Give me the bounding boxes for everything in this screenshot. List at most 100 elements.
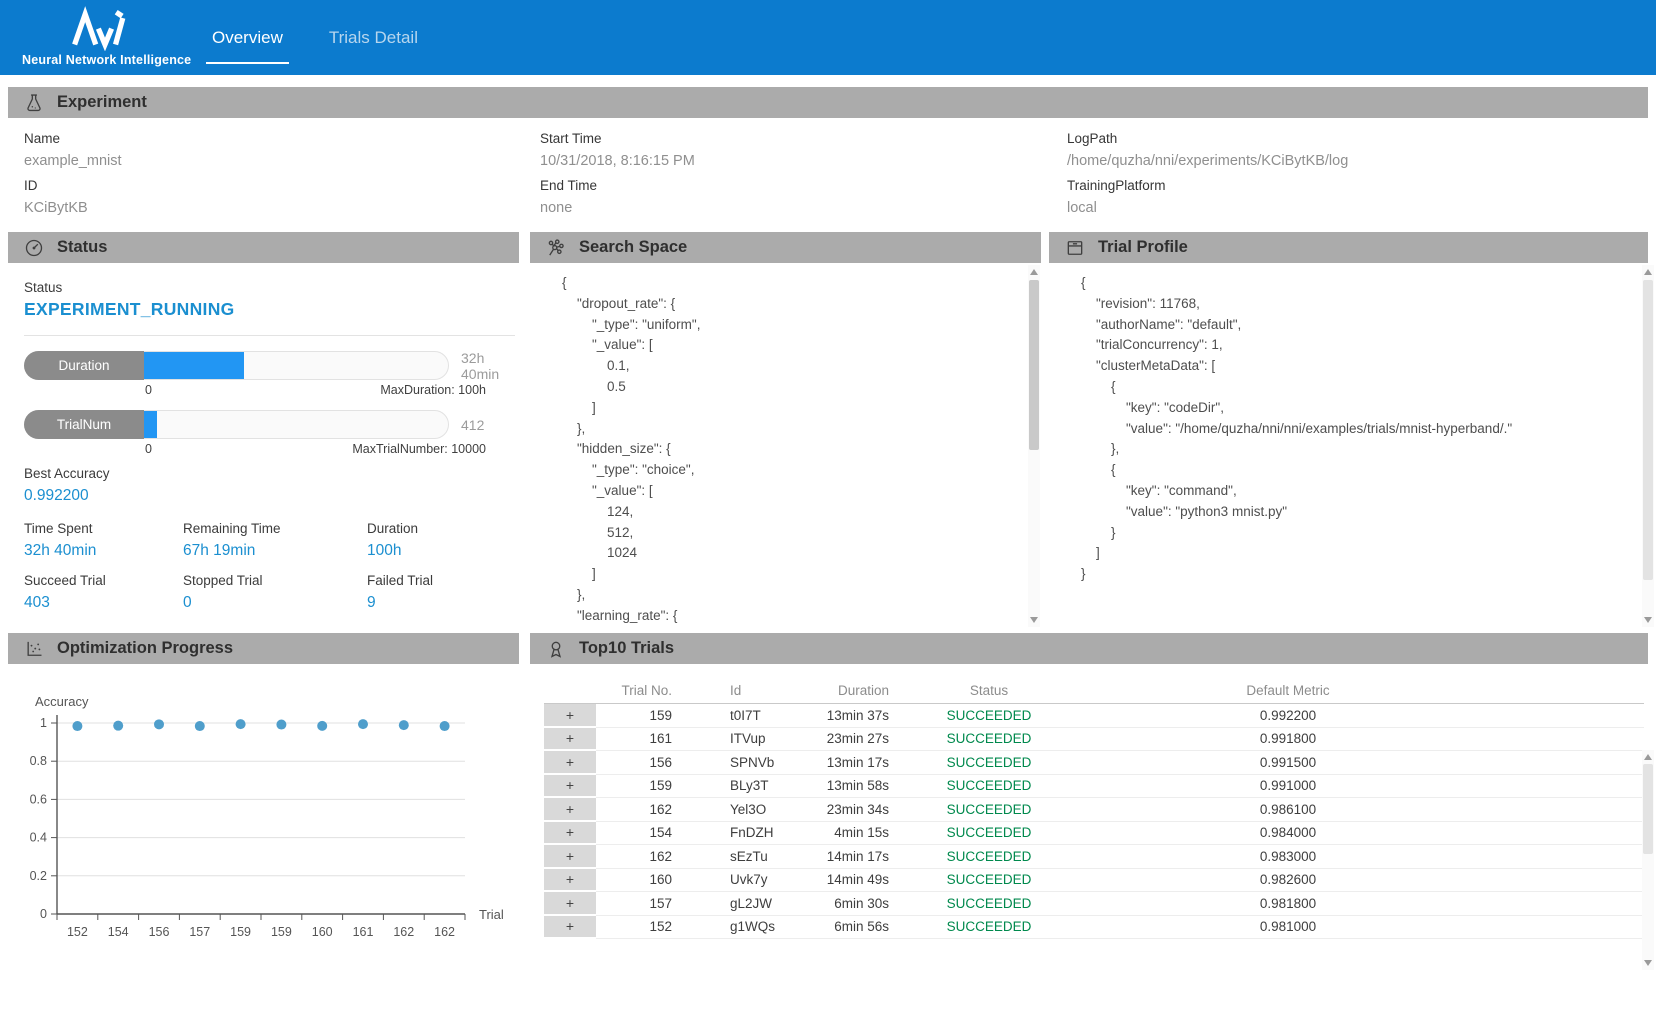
scroll-down-arrow-icon[interactable] xyxy=(1644,960,1652,966)
trial-row: +159t0I7T13min 37sSUCCEEDED0.992200 xyxy=(544,704,1644,728)
x-axis-label: Trial xyxy=(479,907,504,922)
search-space-panel: {"dropout_rate": {"_type": "uniform","_v… xyxy=(530,263,1041,645)
status-section-header: Status xyxy=(8,232,519,263)
top10-trials-table: Trial No.IdDurationStatusDefault Metric+… xyxy=(544,678,1644,939)
expand-row-button[interactable]: + xyxy=(544,892,596,916)
progress-bars: Duration32h 40min0MaxDuration: 100hTrial… xyxy=(24,351,510,469)
scroll-up-arrow-icon[interactable] xyxy=(1644,269,1652,275)
scatter-point[interactable] xyxy=(236,719,246,729)
scroll-up-arrow-icon[interactable] xyxy=(1644,754,1652,760)
json-line: }, xyxy=(562,419,700,440)
status-cell: SUCCEEDED xyxy=(889,845,1089,869)
scroll-thumb[interactable] xyxy=(1643,764,1653,854)
scatter-point[interactable] xyxy=(440,721,450,731)
status-cell: SUCCEEDED xyxy=(889,751,1089,775)
status-panel: Status EXPERIMENT_RUNNING Duration32h 40… xyxy=(8,263,519,645)
expand-row-button[interactable]: + xyxy=(544,916,596,940)
experiment-status-value: EXPERIMENT_RUNNING xyxy=(24,299,235,320)
duration-cell: 14min 49s xyxy=(802,869,889,893)
status-label: Status xyxy=(24,280,62,295)
scatter-point[interactable] xyxy=(358,719,368,729)
json-line: { xyxy=(1081,273,1512,294)
status-cell: SUCCEEDED xyxy=(889,869,1089,893)
metric-cell: 0.981000 xyxy=(1089,916,1487,940)
end-time-label: End Time xyxy=(540,178,695,193)
col-header-default-metric: Default Metric xyxy=(1089,678,1487,704)
status-cell: SUCCEEDED xyxy=(889,728,1089,752)
json-line: { xyxy=(562,273,700,294)
experiment-fields: Nameexample_mnistIDKCiBytKBStart Time10/… xyxy=(0,131,1656,231)
duration-progressbar: Duration32h 40min xyxy=(24,351,510,380)
expand-row-button[interactable]: + xyxy=(544,869,596,893)
scroll-down-arrow-icon[interactable] xyxy=(1644,617,1652,623)
trial-row: +157gL2JW6min 30sSUCCEEDED0.981800 xyxy=(544,892,1644,916)
scatter-point[interactable] xyxy=(154,719,164,729)
molecule-icon xyxy=(546,238,566,258)
optimization-scatter-chart: 00.20.40.60.8115215415615715915916016116… xyxy=(20,680,522,950)
trial-no-cell: 162 xyxy=(596,845,672,869)
scroll-thumb[interactable] xyxy=(1643,280,1653,580)
end-time-value: none xyxy=(540,200,695,216)
json-line: } xyxy=(1081,523,1512,544)
progress-max: MaxTrialNumber: 10000 xyxy=(352,442,486,456)
stat-remaining-time: Remaining Time67h 19min xyxy=(183,521,367,560)
duration-cell: 23min 27s xyxy=(802,728,889,752)
status-section-title: Status xyxy=(57,238,107,257)
expand-row-button[interactable]: + xyxy=(544,704,596,728)
tab-trials-detail[interactable]: Trials Detail xyxy=(329,0,418,75)
scatter-point[interactable] xyxy=(317,721,327,731)
json-line: "learning_rate": { xyxy=(562,606,700,627)
metric-cell: 0.984000 xyxy=(1089,822,1487,846)
tab-overview[interactable]: Overview xyxy=(212,0,283,75)
row-spacer xyxy=(1487,822,1644,846)
progress-value: 412 xyxy=(461,410,484,439)
metric-cell: 0.991800 xyxy=(1089,728,1487,752)
y-tick-label: 1 xyxy=(40,716,47,730)
start-time-value: 10/31/2018, 8:16:15 PM xyxy=(540,153,695,169)
expand-row-button[interactable]: + xyxy=(544,775,596,799)
scatter-point[interactable] xyxy=(276,720,286,730)
json-line: ] xyxy=(562,564,700,585)
trial-profile-scrollbar[interactable] xyxy=(1642,265,1654,627)
trial-row: +162sEzTu14min 17sSUCCEEDED0.983000 xyxy=(544,845,1644,869)
trial-id-cell: ITVup xyxy=(672,728,802,752)
json-line: "value": "/home/quzha/nni/nni/examples/t… xyxy=(1081,419,1512,440)
trial-row: +162Yel3O23min 34sSUCCEEDED0.986100 xyxy=(544,798,1644,822)
json-line: 124, xyxy=(562,502,700,523)
trial-row: +152g1WQs6min 56sSUCCEEDED0.981000 xyxy=(544,916,1644,940)
expand-row-button[interactable]: + xyxy=(544,728,596,752)
metric-cell: 0.991500 xyxy=(1089,751,1487,775)
table-header-row: Trial No.IdDurationStatusDefault Metric xyxy=(544,678,1644,704)
scroll-thumb[interactable] xyxy=(1029,280,1039,450)
status-cell: SUCCEEDED xyxy=(889,775,1089,799)
y-axis-label: Accuracy xyxy=(35,694,89,709)
metric-cell: 0.983000 xyxy=(1089,845,1487,869)
x-tick-label: 157 xyxy=(189,925,210,939)
json-line: } xyxy=(1081,564,1512,585)
expand-row-button[interactable]: + xyxy=(544,798,596,822)
scatter-point[interactable] xyxy=(399,720,409,730)
json-line: 0.1, xyxy=(562,356,700,377)
scroll-down-arrow-icon[interactable] xyxy=(1030,617,1038,623)
expand-row-button[interactable]: + xyxy=(544,751,596,775)
best-accuracy-value: 0.992200 xyxy=(24,487,89,505)
top10-scrollbar[interactable] xyxy=(1642,750,1654,970)
metric-cell: 0.986100 xyxy=(1089,798,1487,822)
json-line: { xyxy=(1081,460,1512,481)
search-space-scrollbar[interactable] xyxy=(1028,265,1040,627)
flask-icon xyxy=(24,93,44,113)
expand-row-button[interactable]: + xyxy=(544,822,596,846)
scroll-up-arrow-icon[interactable] xyxy=(1030,269,1038,275)
top10-section-title: Top10 Trials xyxy=(579,639,674,658)
best-accuracy-label: Best Accuracy xyxy=(24,466,110,481)
scatter-point[interactable] xyxy=(72,721,82,731)
gauge-icon xyxy=(24,238,44,258)
trial-profile-panel: {"revision": 11768,"authorName": "defaul… xyxy=(1049,263,1639,645)
scatter-point[interactable] xyxy=(113,721,123,731)
start-time-label: Start Time xyxy=(540,131,695,146)
divider xyxy=(24,335,515,336)
trial-id-cell: BLy3T xyxy=(672,775,802,799)
scatter-point[interactable] xyxy=(195,721,205,731)
trial-no-cell: 154 xyxy=(596,822,672,846)
expand-row-button[interactable]: + xyxy=(544,845,596,869)
